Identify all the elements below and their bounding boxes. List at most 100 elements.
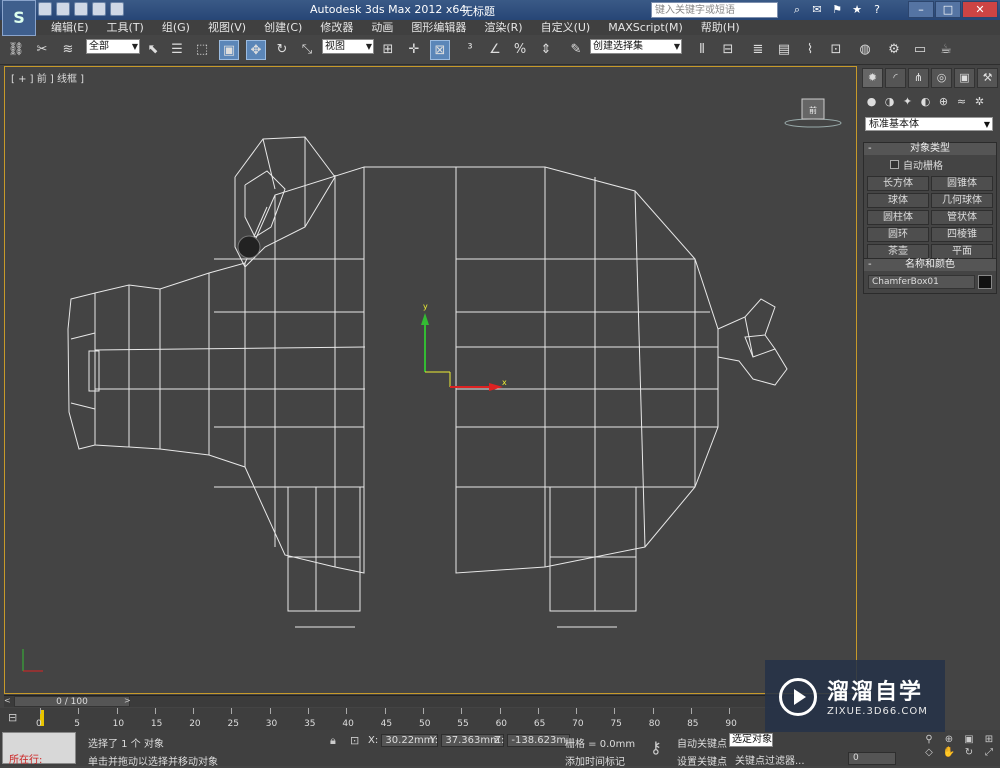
unlink-icon[interactable]: ✂ <box>32 40 52 60</box>
absolute-mode-icon[interactable]: ⊡ <box>350 734 359 747</box>
name-and-color-header[interactable]: 名称和颜色 <box>864 259 996 271</box>
systems-icon[interactable]: ✲ <box>972 94 987 109</box>
schematic-view-icon[interactable]: ⊡ <box>826 40 846 60</box>
current-frame-field[interactable]: 0 <box>848 752 896 765</box>
angle-snap-icon[interactable]: ∠ <box>485 40 505 60</box>
app-logo-button[interactable]: S <box>2 0 36 36</box>
pan-icon[interactable]: ✋ <box>940 747 958 758</box>
undo-icon[interactable] <box>92 2 106 16</box>
menu-edit[interactable]: 编辑(E) <box>42 20 98 35</box>
rendered-frame-window-icon[interactable]: ▭ <box>910 40 930 60</box>
object-category-dropdown[interactable]: 标准基本体 <box>865 117 993 131</box>
time-slider[interactable]: < 0 / 100 > <box>4 695 857 707</box>
mini-curve-editor-icon[interactable]: ⊟ <box>8 711 17 724</box>
layer-manager-icon[interactable]: ≣ <box>748 40 768 60</box>
graphite-tools-icon[interactable]: ▤ <box>774 40 794 60</box>
window-crossing-icon[interactable]: ▣ <box>219 40 239 60</box>
zoom-extents-all-icon[interactable]: ⊞ <box>980 734 998 745</box>
pivot-center-icon[interactable]: ⊞ <box>378 40 398 60</box>
bind-spacewarp-icon[interactable]: ≋ <box>58 40 78 60</box>
select-and-move-icon[interactable]: ✥ <box>246 40 266 60</box>
sphere-button[interactable]: 球体 <box>867 193 929 208</box>
teapot-button[interactable]: 茶壶 <box>867 244 929 259</box>
subscription-icon[interactable]: ✉ <box>810 3 824 17</box>
cameras-icon[interactable]: ◐ <box>918 94 933 109</box>
reference-coord-dropdown[interactable]: 视图 <box>322 39 374 54</box>
set-key-icon[interactable]: ⚷ <box>650 738 662 757</box>
curve-editor-icon[interactable]: ⌇ <box>800 40 820 60</box>
close-button[interactable]: ✕ <box>962 1 998 18</box>
zoom-all-icon[interactable]: ⊕ <box>940 734 958 745</box>
object-name-field[interactable]: ChamferBox01 <box>868 275 975 289</box>
spacewarps-icon[interactable]: ≈ <box>954 94 969 109</box>
keyboard-shortcut-override-icon[interactable]: ⊠ <box>430 40 450 60</box>
menu-create[interactable]: 创建(C) <box>255 20 311 35</box>
redo-icon[interactable] <box>110 2 124 16</box>
shapes-icon[interactable]: ◑ <box>882 94 897 109</box>
orbit-icon[interactable]: ↻ <box>960 747 978 758</box>
z-field[interactable]: -138.623m <box>507 734 571 747</box>
lock-selection-icon[interactable]: 🔒︎ <box>330 734 336 748</box>
menu-views[interactable]: 视图(V) <box>199 20 255 35</box>
field-of-view-icon[interactable]: ◇ <box>920 747 938 758</box>
select-by-name-icon[interactable]: ☰ <box>167 40 187 60</box>
menu-group[interactable]: 组(G) <box>153 20 199 35</box>
minimize-button[interactable]: – <box>908 1 934 18</box>
menu-rendering[interactable]: 渲染(R) <box>475 20 531 35</box>
checkbox-box[interactable] <box>890 160 899 169</box>
object-color-swatch[interactable] <box>978 275 992 289</box>
communication-icon[interactable]: ⚑ <box>830 3 844 17</box>
menu-maxscript[interactable]: MAXScript(M) <box>599 20 692 35</box>
auto-key-button[interactable]: 自动关键点 <box>677 735 727 750</box>
menu-tools[interactable]: 工具(T) <box>98 20 153 35</box>
maximize-button[interactable]: □ <box>935 1 961 18</box>
menu-graph-editors[interactable]: 图形编辑器 <box>402 20 475 35</box>
tube-button[interactable]: 管状体 <box>931 210 993 225</box>
lights-icon[interactable]: ✦ <box>900 94 915 109</box>
geosphere-button[interactable]: 几何球体 <box>931 193 993 208</box>
align-icon[interactable]: ⊟ <box>718 40 738 60</box>
mirror-icon[interactable]: ⫴ <box>692 40 712 60</box>
utilities-tab-icon[interactable]: ⚒ <box>977 68 998 88</box>
render-production-icon[interactable]: ☕ <box>936 40 956 60</box>
menu-customize[interactable]: 自定义(U) <box>532 20 600 35</box>
viewcube[interactable]: 前 <box>784 98 842 128</box>
key-selection-dropdown[interactable]: 选定对象 <box>729 733 773 747</box>
hierarchy-tab-icon[interactable]: ⋔ <box>908 68 929 88</box>
render-setup-icon[interactable]: ⚙ <box>884 40 904 60</box>
helpers-icon[interactable]: ⊕ <box>936 94 951 109</box>
menu-help[interactable]: 帮助(H) <box>692 20 749 35</box>
next-frame-arrow-icon[interactable]: > <box>124 696 131 705</box>
geometry-icon[interactable]: ● <box>864 94 879 109</box>
key-filters-button[interactable]: 关键点过滤器... <box>735 752 805 767</box>
torus-button[interactable]: 圆环 <box>867 227 929 242</box>
prev-frame-arrow-icon[interactable]: < <box>4 696 11 705</box>
spinner-snap-icon[interactable]: ⇕ <box>536 40 556 60</box>
plane-button[interactable]: 平面 <box>931 244 993 259</box>
track-bar[interactable]: ⊟ 0 5 10 15 20 25 30 35 40 45 50 55 60 65 70 75 80 85 90 <box>0 708 860 730</box>
snaps-toggle-icon[interactable]: ³ <box>460 40 480 60</box>
zoom-icon[interactable]: ⚲ <box>920 734 938 745</box>
maximize-viewport-icon[interactable]: ⤢ <box>980 747 998 758</box>
maxscript-listener[interactable]: 所在行: <box>2 732 76 766</box>
material-editor-icon[interactable]: ◍ <box>855 40 875 60</box>
percent-snap-icon[interactable]: % <box>510 40 530 60</box>
zoom-extents-icon[interactable]: ▣ <box>960 734 978 745</box>
motion-tab-icon[interactable]: ◎ <box>931 68 952 88</box>
cylinder-button[interactable]: 圆柱体 <box>867 210 929 225</box>
time-slider-thumb[interactable]: 0 / 100 <box>14 696 130 707</box>
named-selection-dropdown[interactable]: 创建选择集 <box>590 39 682 54</box>
help-icon[interactable]: ? <box>870 3 884 17</box>
manipulate-icon[interactable]: ✛ <box>404 40 424 60</box>
box-button[interactable]: 长方体 <box>867 176 929 191</box>
cone-button[interactable]: 圆锥体 <box>931 176 993 191</box>
edit-named-selection-icon[interactable]: ✎ <box>566 40 586 60</box>
rectangular-selection-icon[interactable]: ⬚ <box>192 40 212 60</box>
menu-modifiers[interactable]: 修改器 <box>311 20 362 35</box>
search-input[interactable]: 键入关键字或短语 <box>651 2 778 18</box>
open-file-icon[interactable] <box>56 2 70 16</box>
save-file-icon[interactable] <box>74 2 88 16</box>
create-tab-icon[interactable]: ✹ <box>862 68 883 88</box>
new-file-icon[interactable] <box>38 2 52 16</box>
menu-animation[interactable]: 动画 <box>362 20 402 35</box>
